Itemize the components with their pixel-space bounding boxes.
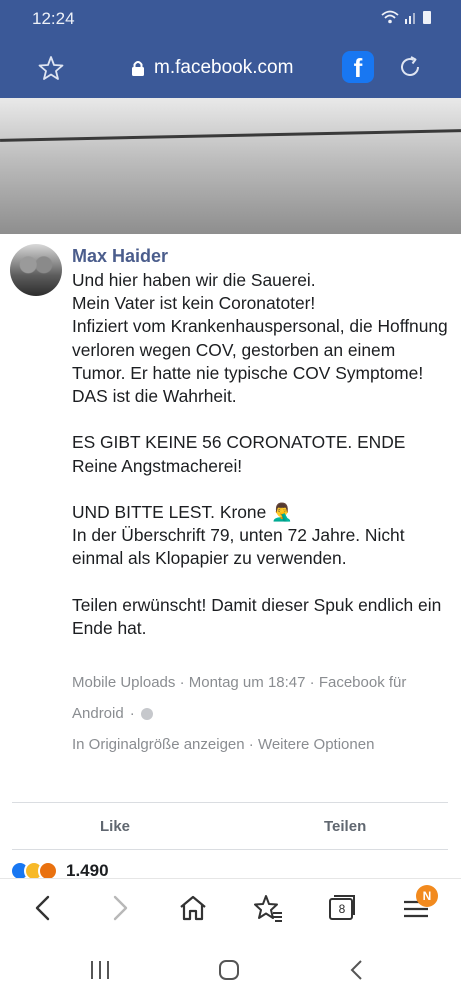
browser-toolbar: 8 N — [0, 878, 461, 940]
url-field[interactable]: m.facebook.com — [130, 57, 293, 79]
separator: · — [309, 674, 315, 691]
separator: · — [129, 705, 135, 722]
signal-icon — [404, 11, 418, 24]
back-nav-icon[interactable] — [345, 958, 369, 982]
app-link[interactable]: Facebook für — [319, 674, 407, 691]
system-nav-bar — [0, 940, 461, 1000]
status-bar: 12:24 — [0, 0, 461, 36]
notification-badge: N — [416, 885, 438, 907]
separator: · — [248, 736, 254, 753]
post-links: In Originalgröße anzeigen · Weitere Opti… — [72, 736, 452, 753]
full-size-link[interactable]: In Originalgröße anzeigen — [72, 736, 245, 753]
back-icon[interactable] — [29, 893, 59, 923]
separator: · — [179, 674, 185, 691]
post-meta: Mobile Uploads · Montag um 18:47 · Faceb… — [72, 674, 452, 691]
recent-apps-icon[interactable] — [88, 958, 112, 982]
tab-count: 8 — [338, 902, 346, 916]
facebook-app-icon[interactable]: f — [342, 51, 374, 83]
divider — [12, 849, 448, 850]
post-actions: Like Teilen — [0, 803, 461, 849]
app-link-suffix[interactable]: Android — [72, 705, 124, 722]
post-text: Und hier haben wir die Sauerei. Mein Vat… — [72, 270, 448, 639]
album-link[interactable]: Mobile Uploads — [72, 674, 175, 691]
share-button[interactable]: Teilen — [324, 818, 366, 835]
post-meta-line2: Android · — [72, 705, 452, 722]
battery-icon — [423, 10, 431, 24]
home-nav-icon[interactable] — [217, 958, 241, 982]
forward-icon[interactable] — [104, 893, 134, 923]
bookmark-star-icon[interactable] — [38, 55, 64, 81]
post-author[interactable]: Max Haider — [72, 246, 168, 267]
browser-header: 12:24 m.facebook.com f — [0, 0, 461, 98]
bookmarks-icon[interactable] — [253, 893, 283, 923]
tabs-icon[interactable]: 8 — [327, 893, 357, 923]
globe-icon — [140, 707, 153, 720]
avatar[interactable] — [10, 244, 62, 296]
photo-line — [0, 129, 461, 142]
reload-icon[interactable] — [397, 54, 423, 80]
more-options-link[interactable]: Weitere Optionen — [258, 736, 374, 753]
like-button[interactable]: Like — [100, 818, 130, 835]
home-icon[interactable] — [178, 893, 208, 923]
address-bar: m.facebook.com f — [0, 40, 461, 96]
post-timestamp[interactable]: Montag um 18:47 — [189, 674, 306, 691]
status-time: 12:24 — [32, 9, 75, 28]
wifi-icon — [381, 10, 399, 24]
url-text: m.facebook.com — [154, 57, 294, 78]
lock-icon — [130, 59, 146, 77]
post-photo[interactable] — [0, 98, 461, 234]
status-icons — [381, 10, 431, 24]
